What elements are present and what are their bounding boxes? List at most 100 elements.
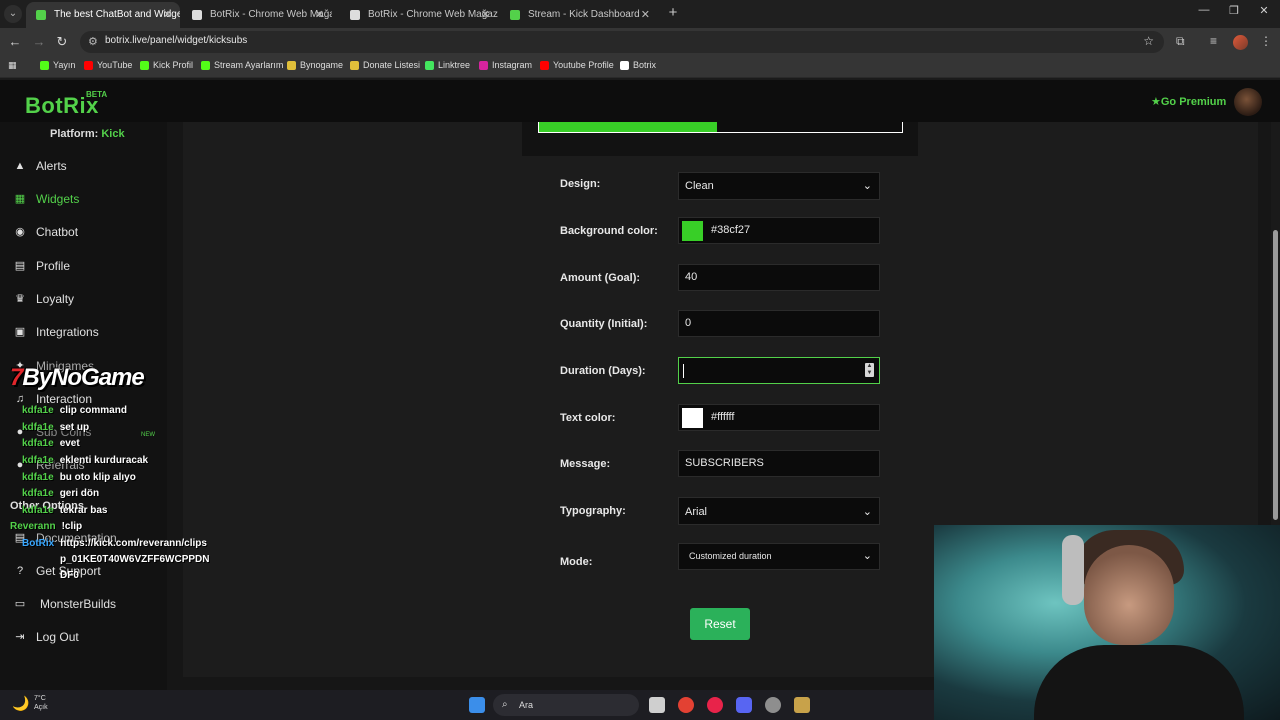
go-premium-button[interactable]: ★Go Premium <box>1151 95 1226 108</box>
chevron-down-icon: ⌄ <box>862 506 872 518</box>
league-of-legends-icon[interactable] <box>794 697 810 713</box>
browser-tab[interactable]: BotRix - Chrome Web Mağazası ✕ <box>340 2 498 28</box>
sidebar-item-monsterbuilds[interactable]: ▭ MonsterBuilds <box>14 596 116 612</box>
site-info-icon[interactable]: ⚙ <box>88 35 98 48</box>
background-color-swatch[interactable] <box>682 221 703 241</box>
back-arrow-icon[interactable]: ← <box>6 34 24 49</box>
new-tab-button[interactable]: + <box>664 4 682 22</box>
message-label: Message: <box>560 458 611 470</box>
design-select[interactable]: Clean ⌄ <box>678 172 880 200</box>
text-color-label: Text color: <box>560 412 616 424</box>
taskbar-search[interactable]: ⌕ Ara <box>493 694 639 716</box>
message-input[interactable]: SUBSCRIBERS <box>678 450 880 477</box>
extensions-icon[interactable]: ⧉ <box>1176 34 1185 49</box>
apps-grid-icon[interactable]: ▦ <box>8 60 17 71</box>
mode-select[interactable]: Customized duration ⌄ <box>678 543 880 570</box>
steam-icon[interactable] <box>765 697 781 713</box>
sidebar-item-get-support[interactable]: ? Get Support <box>14 563 101 579</box>
close-window-icon[interactable]: ✕ <box>1244 4 1280 17</box>
url-text[interactable]: botrix.live/panel/widget/kicksubs <box>105 35 247 46</box>
tab-search-chevron-icon[interactable]: ⌄ <box>4 5 22 23</box>
task-view-icon[interactable] <box>649 697 665 713</box>
chat-message-continuation: p_01KE0T40W6VZFF6WCPPDN <box>60 554 210 565</box>
close-tab-icon[interactable]: ✕ <box>481 2 490 28</box>
number-spinner-icon[interactable]: ▲ ▼ <box>865 363 874 377</box>
bookmark-item[interactable]: Linktree <box>425 60 470 70</box>
youtube-icon <box>540 61 549 70</box>
amount-goal-input[interactable]: 40 <box>678 264 880 291</box>
bynogame-overlay-logo: 7ByNoGame <box>10 364 145 391</box>
bookmark-item[interactable]: Yayın <box>40 60 75 70</box>
media-icon[interactable]: ≡ <box>1210 34 1217 48</box>
browser-tab[interactable]: Stream - Kick Dashboard ✕ <box>500 2 658 28</box>
text-color-field[interactable]: #ffffff <box>678 404 880 431</box>
typography-select[interactable]: Arial ⌄ <box>678 497 880 525</box>
bookmark-item[interactable]: Youtube Profile <box>540 60 614 70</box>
quantity-initial-input[interactable]: 0 <box>678 310 880 337</box>
chat-message: Reverann !clip <box>10 521 83 532</box>
weather-widget[interactable]: 7°C Açık <box>34 694 48 712</box>
sidebar-item-widgets[interactable]: ▦ Widgets <box>14 191 80 207</box>
discord-icon[interactable] <box>736 697 752 713</box>
quantity-initial-label: Quantity (Initial): <box>560 318 648 330</box>
close-tab-icon[interactable]: ✕ <box>641 2 650 28</box>
chat-message: kdfa1e eklenti kurduracak <box>22 455 149 466</box>
browser-tab[interactable]: BotRix - Chrome Web Mağazası ✕ <box>182 2 332 28</box>
background-color-field[interactable]: #38cf27 <box>678 217 880 244</box>
duration-days-label: Duration (Days): <box>560 365 646 377</box>
sidebar-item-integrations[interactable]: ▣ Integrations <box>14 324 99 340</box>
grid-icon: ▦ <box>14 193 26 205</box>
bookmark-item[interactable]: Instagram <box>479 60 532 70</box>
platform-indicator: Platform: Kick <box>50 128 125 140</box>
reset-button[interactable]: Reset <box>690 608 750 640</box>
bookmark-item[interactable]: Botrix <box>620 60 656 70</box>
sidebar-item-loyalty[interactable]: ♛ Loyalty <box>14 291 74 307</box>
instagram-icon <box>479 61 488 70</box>
trophy-icon: ♛ <box>15 293 25 305</box>
close-tab-icon[interactable]: ✕ <box>315 2 324 28</box>
id-card-icon: ▤ <box>14 260 26 272</box>
browser-toolbar: ← → ↻ ⚙ botrix.live/panel/widget/kicksub… <box>0 28 1280 56</box>
bookmark-item[interactable]: Bynogame <box>287 60 343 70</box>
chevron-down-icon: ⌄ <box>862 550 872 562</box>
bookmark-item[interactable]: YouTube <box>84 60 132 70</box>
kebab-menu-icon[interactable]: ⋮ <box>1260 34 1272 48</box>
webcam-overlay <box>934 525 1280 720</box>
windows-start-icon[interactable] <box>469 697 485 713</box>
beta-badge: BETA <box>86 90 108 99</box>
sidebar-item-profile[interactable]: ▤ Profile <box>14 258 70 274</box>
duration-days-input[interactable]: ▲ ▼ <box>678 357 880 384</box>
bookmark-item[interactable]: Donate Listesi <box>350 60 420 70</box>
bookmark-star-icon[interactable]: ☆ <box>1143 34 1154 48</box>
mode-label: Mode: <box>560 556 593 568</box>
text-color-swatch[interactable] <box>682 408 703 428</box>
chat-message: BotRix https://kick.com/reverann/clips <box>22 538 207 549</box>
shield-favicon-icon <box>36 10 46 20</box>
bookmark-item[interactable]: Stream Ayarlarım <box>201 60 283 70</box>
page-scrollbar-thumb[interactable] <box>1273 230 1278 520</box>
close-tab-icon[interactable]: ✕ <box>163 2 172 28</box>
sidebar-item-alerts[interactable]: ▲ Alerts <box>14 158 67 174</box>
kick-icon <box>40 61 49 70</box>
chat-message: kdfa1e evet <box>22 438 80 449</box>
browser-tab[interactable]: The best ChatBot and Widgets ✕ <box>26 2 180 28</box>
integrations-icon: ▣ <box>14 326 26 338</box>
donate-icon <box>350 61 359 70</box>
reload-icon[interactable]: ↻ <box>53 34 71 50</box>
chat-message: kdfa1e set up <box>22 422 90 433</box>
browser-tab-strip: ⌄ The best ChatBot and Widgets ✕ BotRix … <box>0 0 1280 28</box>
bookmark-item[interactable]: Kick Profil <box>140 60 193 70</box>
sidebar-item-log-out[interactable]: ⇥ Log Out <box>14 629 78 645</box>
moon-weather-icon[interactable]: 🌙 <box>12 695 29 712</box>
streamer-body <box>1034 645 1244 720</box>
address-bar[interactable]: ⚙ botrix.live/panel/widget/kicksubs ☆ <box>80 31 1164 53</box>
botrix-icon <box>620 61 629 70</box>
design-label: Design: <box>560 178 601 190</box>
media-player-icon[interactable] <box>707 697 723 713</box>
browser-profile-avatar[interactable] <box>1233 35 1248 50</box>
forward-arrow-icon[interactable]: → <box>30 34 48 49</box>
sidebar-item-chatbot[interactable]: ◉ Chatbot <box>14 224 78 240</box>
chat-message-continuation: DF0 <box>60 570 79 581</box>
chrome-icon[interactable] <box>678 697 694 713</box>
user-avatar[interactable] <box>1234 88 1262 116</box>
